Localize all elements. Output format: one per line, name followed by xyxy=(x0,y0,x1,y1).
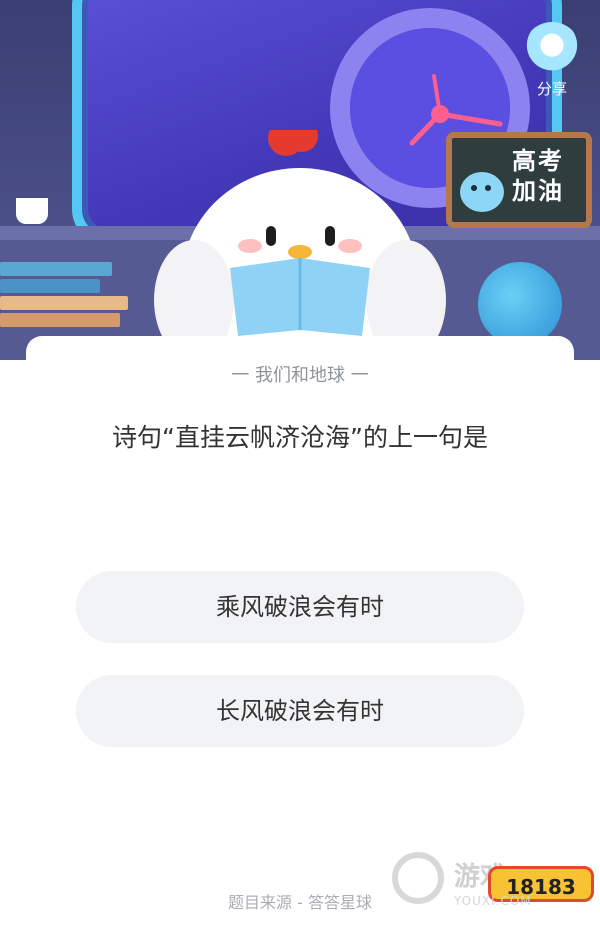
books-stack xyxy=(0,262,128,330)
board-text: 高考 加油 xyxy=(512,146,564,206)
question-source: 题目来源 - 答答星球 xyxy=(228,893,372,912)
globe-icon xyxy=(478,262,562,346)
mascot-icon xyxy=(460,172,504,212)
share-button[interactable]: 分享 xyxy=(512,22,592,99)
answer-option-2[interactable]: 长风破浪会有时 xyxy=(76,675,524,747)
chalkboard: 高考 加油 xyxy=(446,132,592,228)
book xyxy=(0,313,120,327)
share-icon[interactable] xyxy=(523,22,581,80)
chick-illustration xyxy=(154,120,446,360)
topic-label: 一 我们和地球 一 xyxy=(231,365,369,386)
chick-mascot xyxy=(150,120,450,360)
board-line-2: 加油 xyxy=(512,177,564,205)
book xyxy=(0,279,100,293)
answer-option-1[interactable]: 乘风破浪会有时 xyxy=(76,571,524,643)
book xyxy=(0,262,112,276)
board-line-1: 高考 xyxy=(512,147,564,175)
cup-icon xyxy=(16,198,48,224)
share-label[interactable]: 分享 xyxy=(512,78,592,99)
book xyxy=(0,296,128,310)
question-text: 诗句“直挂云帆济沧海”的上一句是 xyxy=(112,423,488,452)
hero-illustration: 高考 加油 分享 xyxy=(0,0,600,360)
